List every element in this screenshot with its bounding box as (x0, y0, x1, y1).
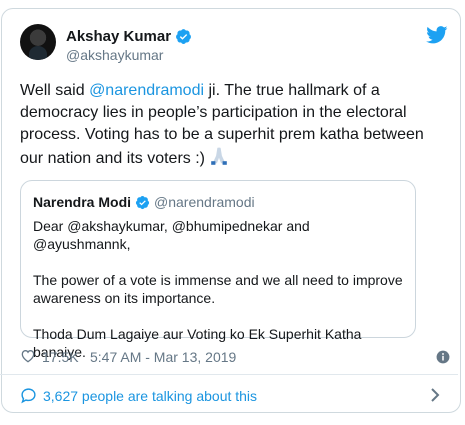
author-name-row[interactable]: Akshay Kumar (66, 26, 192, 46)
verified-badge-icon (135, 195, 150, 209)
divider (0, 374, 458, 375)
tweet-body: Well said @narendramodi ji. The true hal… (20, 80, 450, 170)
quoted-tweet-text: Dear @akshaykumar, @bhumipednekar and @a… (33, 218, 403, 360)
chevron-right-icon[interactable] (430, 388, 440, 402)
quoted-tweet[interactable]: Narendra Modi @narendramodi Dear @akshay… (20, 180, 416, 360)
praying-hands-emoji (211, 147, 228, 165)
quoted-author-handle: @narendramodi (154, 194, 255, 210)
conversation-link[interactable]: 3,627 people are talking about this (20, 386, 440, 406)
like-count[interactable]: 17.5K (42, 349, 79, 365)
quoted-author-name: Narendra Modi (33, 194, 132, 210)
author-name[interactable]: Akshay Kumar (66, 28, 171, 45)
quoted-author-row: Narendra Modi @narendramodi (33, 193, 255, 211)
tweet-header: Akshay Kumar @akshaykumar (20, 24, 450, 72)
conversation-count[interactable]: 3,627 people are talking about this (43, 388, 257, 404)
avatar[interactable] (20, 24, 56, 60)
tweet-text-start: Well said (20, 82, 90, 99)
tweet-timestamp[interactable]: 5:47 AM - Mar 13, 2019 (90, 349, 236, 365)
mention-link[interactable]: @narendramodi (89, 82, 204, 99)
info-icon[interactable] (436, 350, 450, 364)
author-handle[interactable]: @akshaykumar (66, 47, 163, 63)
speech-bubble-icon (21, 388, 36, 404)
tweet-meta: 17.5K 5:47 AM - Mar 13, 2019 (20, 348, 450, 366)
heart-icon[interactable] (20, 348, 36, 364)
verified-badge-icon (176, 28, 191, 44)
twitter-bird-icon[interactable] (426, 26, 448, 44)
